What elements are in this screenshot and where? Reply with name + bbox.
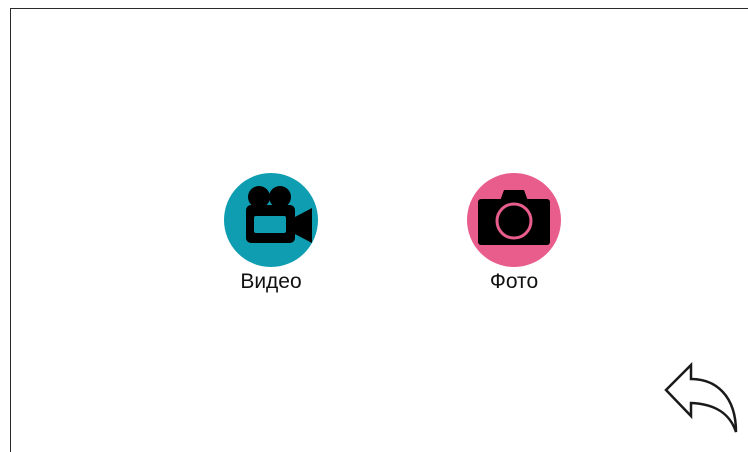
video-label: Видео xyxy=(240,270,302,293)
back-button[interactable] xyxy=(664,362,740,436)
photo-label: Фото xyxy=(489,270,539,293)
photo-icon-circle xyxy=(467,173,561,267)
video-icon-circle xyxy=(224,173,318,267)
screen-frame xyxy=(10,8,748,452)
video-camera-icon xyxy=(246,186,312,243)
video-menu-item[interactable]: Видео xyxy=(211,173,331,294)
media-menu-screen: Видео Фото xyxy=(0,0,748,452)
photo-camera-icon xyxy=(478,190,550,245)
back-arrow-icon xyxy=(664,362,738,433)
photo-menu-item[interactable]: Фото xyxy=(454,173,574,294)
